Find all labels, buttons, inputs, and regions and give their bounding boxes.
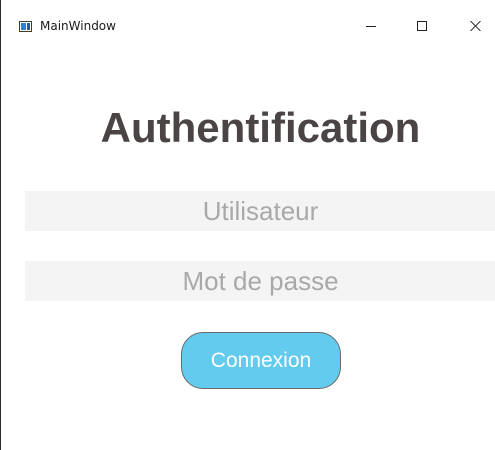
username-input[interactable] xyxy=(25,191,495,231)
title-bar[interactable]: MainWindow xyxy=(1,0,495,33)
window-title: MainWindow xyxy=(40,19,116,33)
main-window: MainWindow Authentification Connexion xyxy=(0,0,495,450)
password-input[interactable] xyxy=(25,261,495,301)
minimize-button[interactable] xyxy=(348,10,394,42)
maximize-button[interactable] xyxy=(399,10,445,42)
close-icon xyxy=(470,20,482,32)
maximize-icon xyxy=(417,21,427,31)
minimize-icon xyxy=(366,25,376,27)
login-button[interactable]: Connexion xyxy=(181,332,341,389)
window-app-icon xyxy=(19,21,32,32)
page-title: Authentification xyxy=(100,104,421,151)
close-button[interactable] xyxy=(453,10,495,42)
